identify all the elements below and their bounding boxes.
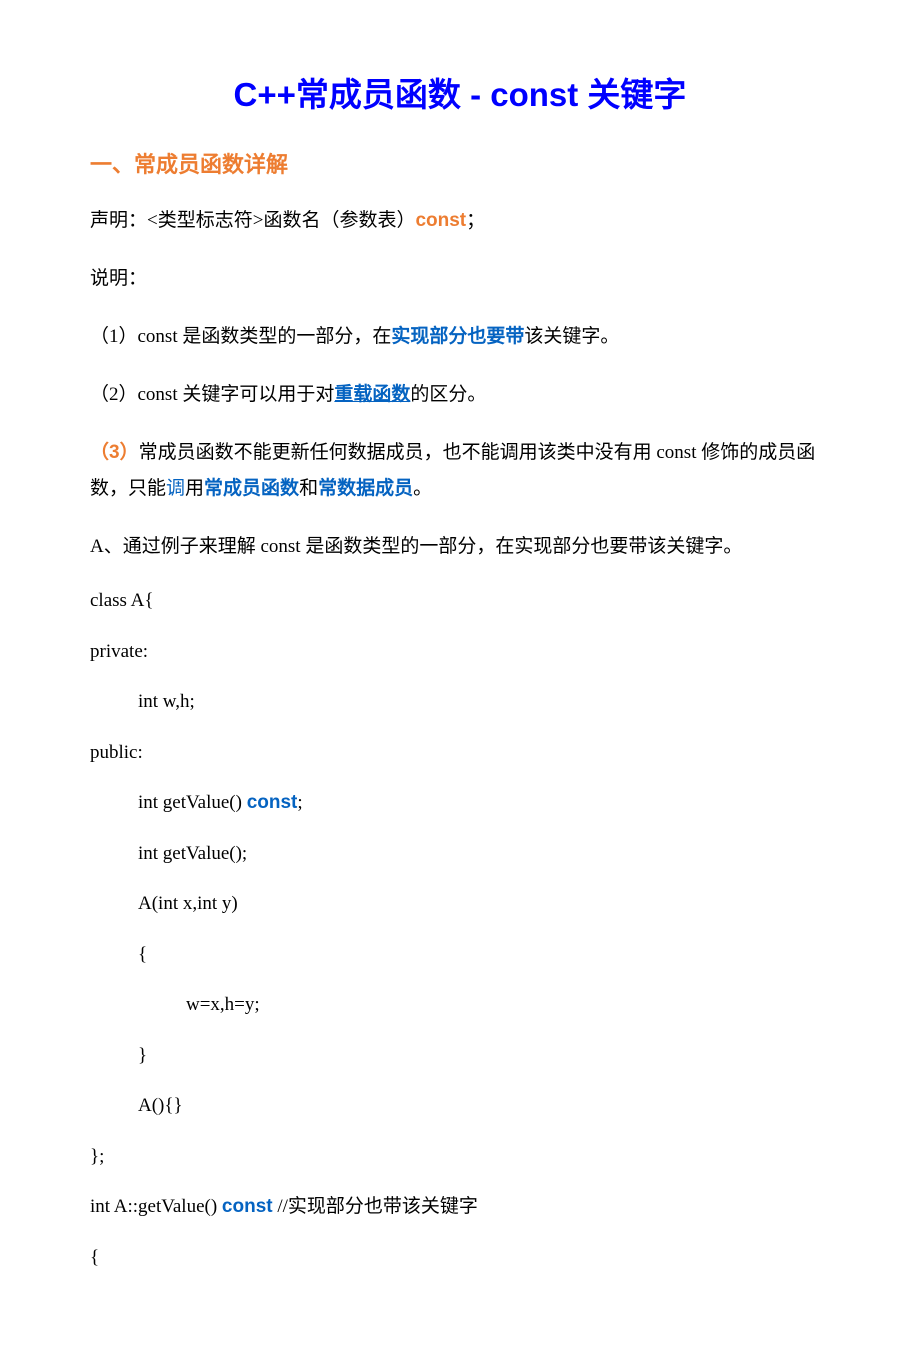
code-line-4: public: [90, 739, 830, 768]
note3-blue2: 常成员函数 [204, 478, 299, 499]
note2-pre: （2）const 关键字可以用于对 [90, 384, 334, 405]
note1-pre: （1）const 是函数类型的一部分，在 [90, 326, 391, 347]
note3-blue1: 调 [166, 478, 185, 499]
note3-body3: 和 [299, 478, 318, 499]
note-2: （2）const 关键字可以用于对重载函数的区分。 [90, 377, 830, 413]
note3-num: 3 [109, 442, 120, 463]
note-3: （3）常成员函数不能更新任何数据成员，也不能调用该类中没有用 const 修饰的… [90, 435, 830, 507]
code-line-3: int w,h; [90, 688, 830, 717]
declaration-line: 声明：<类型标志符>函数名（参数表）const； [90, 203, 830, 239]
code-line-1: class A{ [90, 587, 830, 616]
code13-comment: //实现部分也带该关键字 [273, 1196, 478, 1217]
code-line-7: A(int x,int y) [90, 890, 830, 919]
code-line-11: A(){} [90, 1092, 830, 1121]
code13-const: const [222, 1196, 273, 1217]
const-keyword: const [415, 210, 466, 231]
code5-pre: int getValue() [138, 792, 247, 813]
example-a-intro: A、通过例子来理解 const 是函数类型的一部分，在实现部分也要带该关键字。 [90, 529, 830, 565]
note1-highlight: 实现部分也要带 [391, 326, 524, 347]
code-line-10: } [90, 1042, 830, 1071]
note3-num-close: ） [120, 442, 139, 463]
note3-body2: 用 [185, 478, 204, 499]
code-line-5: int getValue() const; [90, 789, 830, 818]
decl-body: <类型标志符>函数名（参数表） [147, 210, 415, 231]
code-line-8: { [90, 941, 830, 970]
code-line-6: int getValue(); [90, 840, 830, 869]
code5-const: const [247, 792, 298, 813]
notes-label: 说明： [90, 261, 830, 297]
decl-end: ； [466, 210, 485, 231]
decl-prefix: 声明： [90, 210, 147, 231]
code-line-14: { [90, 1244, 830, 1273]
note1-post: 该关键字。 [524, 326, 619, 347]
note2-highlight: 重载函数 [334, 384, 410, 405]
code-line-2: private: [90, 638, 830, 667]
note3-num-open: （ [90, 442, 109, 463]
code-line-13: int A::getValue() const //实现部分也带该关键字 [90, 1193, 830, 1222]
code13-pre: int A::getValue() [90, 1196, 222, 1217]
document-title: C++常成员函数 - const 关键字 [90, 70, 830, 120]
note3-blue3: 常数据成员 [318, 478, 413, 499]
note2-post: 的区分。 [410, 384, 486, 405]
note-1: （1）const 是函数类型的一部分，在实现部分也要带该关键字。 [90, 319, 830, 355]
code5-post: ; [297, 792, 302, 813]
section-heading-1: 一、常成员函数详解 [90, 148, 830, 181]
note3-body4: 。 [413, 478, 432, 499]
code-line-12: }; [90, 1143, 830, 1172]
code-line-9: w=x,h=y; [90, 991, 830, 1020]
